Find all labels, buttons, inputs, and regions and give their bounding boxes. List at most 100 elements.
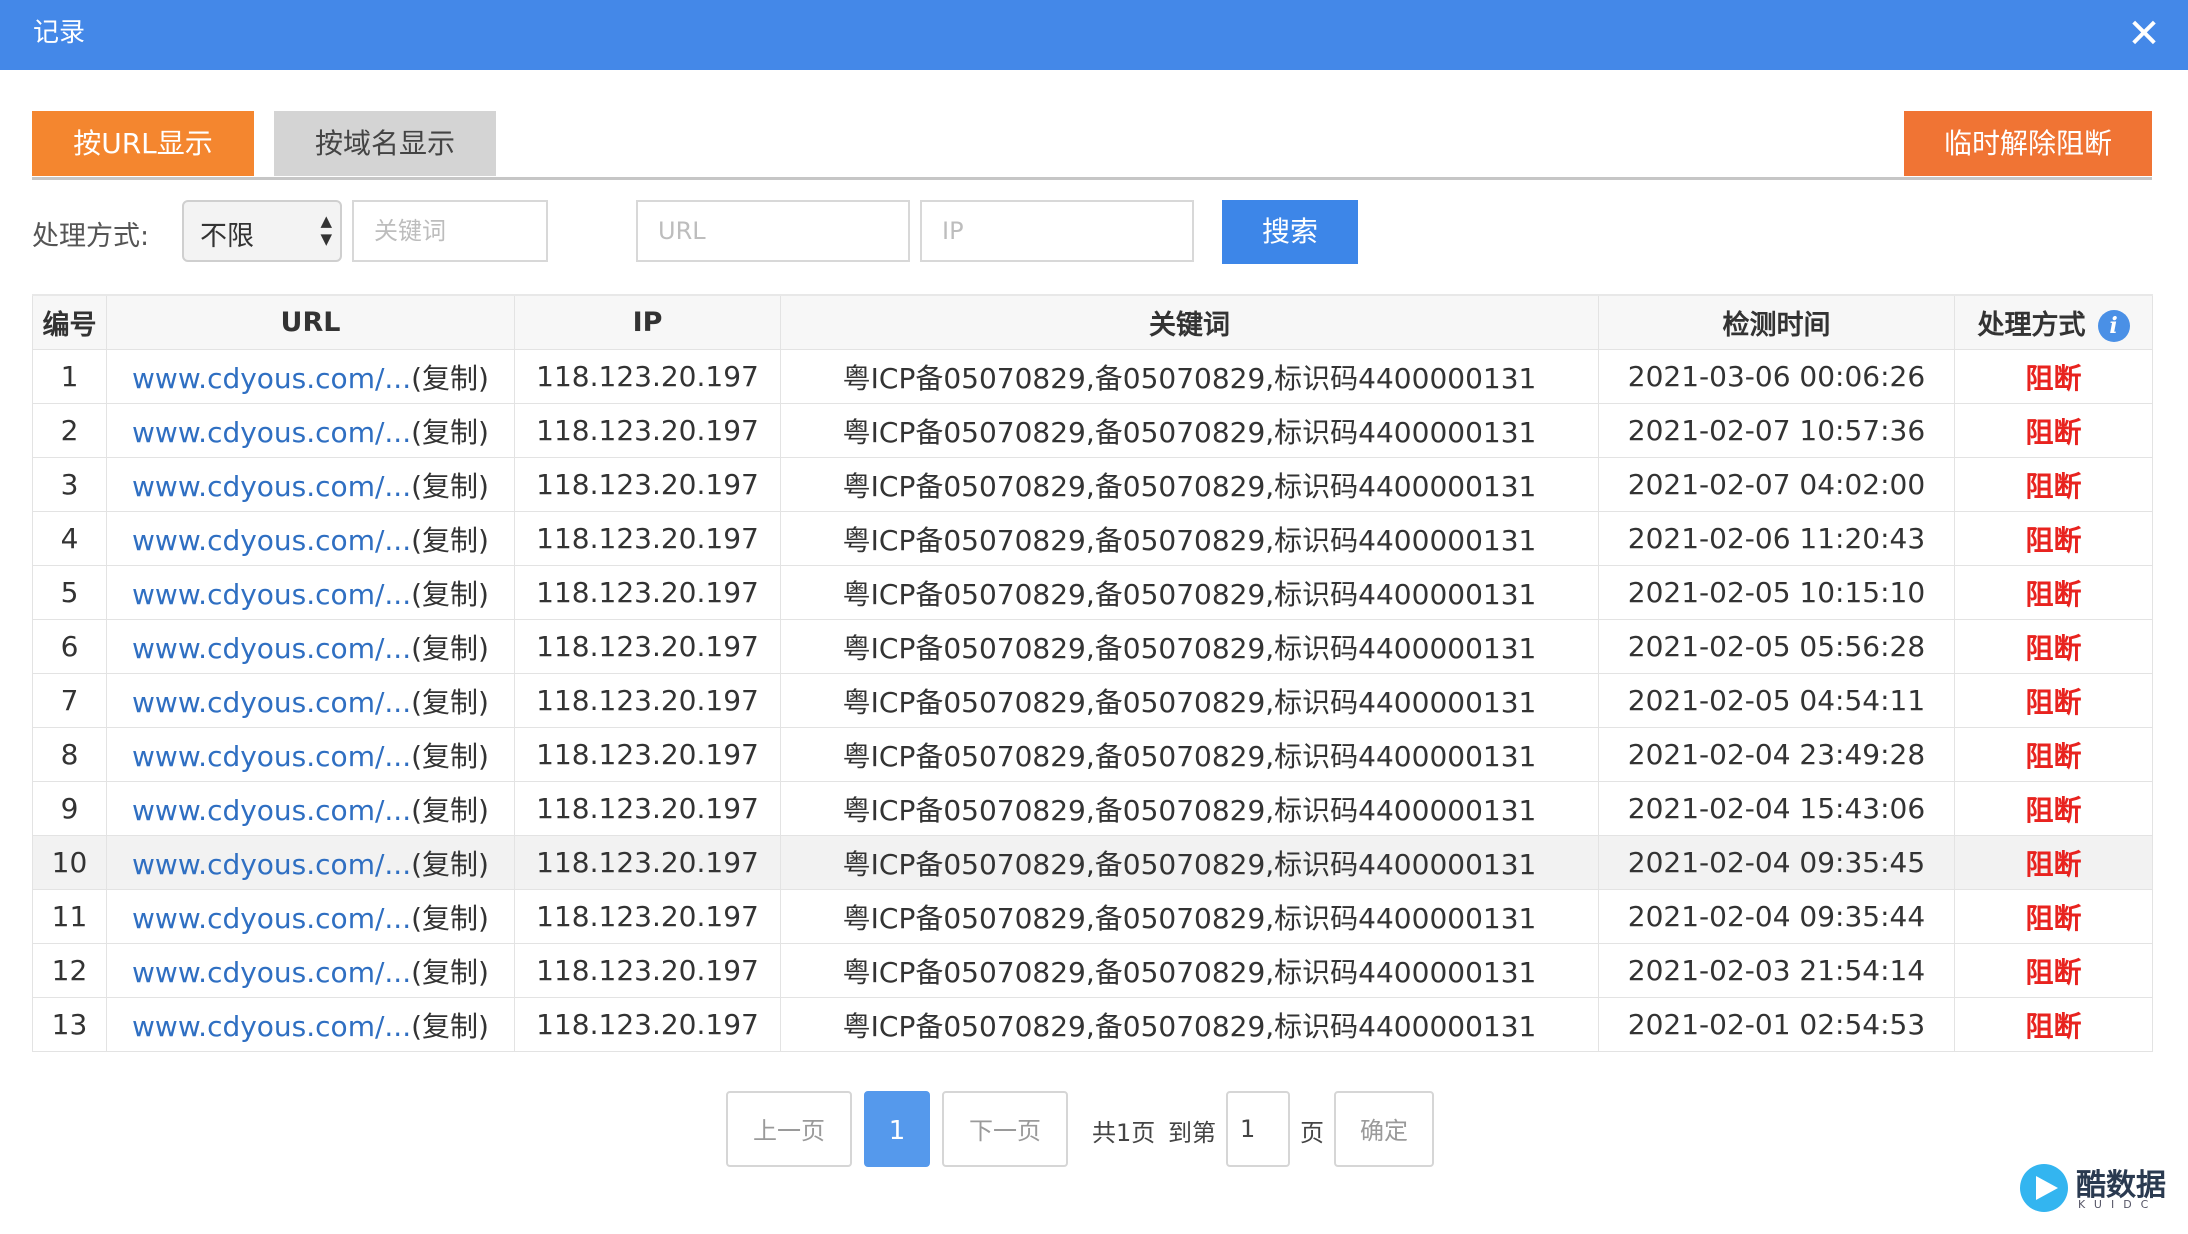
next-page-button[interactable]: 下一页 (942, 1091, 1068, 1167)
row-detect-time: 2021-02-05 10:15:10 (1598, 565, 1955, 620)
select-value: 不限 (200, 221, 254, 252)
tab-by-domain[interactable]: 按域名显示 (274, 111, 496, 176)
table-row: 1 www.cdyous.com/...(复制) 118.123.20.197 粤IC… (32, 349, 2153, 404)
row-action-cell: 阻断 (1954, 565, 2153, 620)
row-action-cell: 阻断 (1954, 835, 2153, 890)
watermark-sub: KUIDC (2078, 1198, 2158, 1211)
row-keyword: 粤ICP备05070829,备05070829,标识码4400000131 (780, 673, 1599, 728)
row-keyword: 粤ICP备05070829,备05070829,标识码4400000131 (780, 403, 1599, 458)
row-url-link[interactable]: www.cdyous.com/... (132, 632, 411, 665)
row-url-cell: www.cdyous.com/...(复制) (106, 619, 515, 674)
row-keyword: 粤ICP备05070829,备05070829,标识码4400000131 (780, 511, 1599, 566)
temporary-unblock-button[interactable]: 临时解除阻断 (1904, 111, 2152, 176)
row-url-link[interactable]: www.cdyous.com/... (132, 1010, 411, 1043)
row-block-action[interactable]: 阻断 (2025, 632, 2081, 665)
row-block-action[interactable]: 阻断 (2025, 416, 2081, 449)
row-copy-link[interactable]: (复制) (411, 740, 489, 773)
handling-method-select[interactable]: 不限 ▲ ▼ (182, 200, 342, 262)
row-keyword: 粤ICP备05070829,备05070829,标识码4400000131 (780, 889, 1599, 944)
row-block-action[interactable]: 阻断 (2025, 686, 2081, 719)
row-url-link[interactable]: www.cdyous.com/... (132, 578, 411, 611)
table-header-row: 编号 URL IP 关键词 检测时间 处理方式 i (32, 294, 2153, 350)
row-ip: 118.123.20.197 (514, 511, 781, 566)
info-icon[interactable]: i (2097, 310, 2130, 343)
row-block-action[interactable]: 阻断 (2025, 794, 2081, 827)
keyword-input[interactable] (352, 200, 548, 262)
dialog-title: 记录 (33, 18, 86, 48)
row-copy-link[interactable]: (复制) (411, 524, 489, 557)
row-block-action[interactable]: 阻断 (2025, 578, 2081, 611)
row-block-action[interactable]: 阻断 (2025, 524, 2081, 557)
row-url-link[interactable]: www.cdyous.com/... (132, 470, 411, 503)
tab-by-url[interactable]: 按URL显示 (32, 111, 254, 176)
row-ip: 118.123.20.197 (514, 943, 781, 998)
row-copy-link[interactable]: (复制) (411, 578, 489, 611)
row-block-action[interactable]: 阻断 (2025, 1010, 2081, 1043)
row-copy-link[interactable]: (复制) (411, 1010, 489, 1043)
url-input[interactable] (636, 200, 910, 262)
watermark-logo: 酷数据 KUIDC (2020, 1160, 2170, 1216)
row-keyword: 粤ICP备05070829,备05070829,标识码4400000131 (780, 457, 1599, 512)
prev-page-button[interactable]: 上一页 (726, 1091, 852, 1167)
row-keyword: 粤ICP备05070829,备05070829,标识码4400000131 (780, 619, 1599, 674)
row-copy-link[interactable]: (复制) (411, 848, 489, 881)
table-row: 9 www.cdyous.com/...(复制) 118.123.20.197 粤IC… (32, 781, 2153, 836)
row-block-action[interactable]: 阻断 (2025, 848, 2081, 881)
column-header-keyword: 关键词 (780, 294, 1599, 350)
row-url-cell: www.cdyous.com/...(复制) (106, 997, 515, 1052)
row-detect-time: 2021-02-07 04:02:00 (1598, 457, 1955, 512)
row-url-link[interactable]: www.cdyous.com/... (132, 740, 411, 773)
row-keyword: 粤ICP备05070829,备05070829,标识码4400000131 (780, 565, 1599, 620)
goto-page-input[interactable] (1226, 1091, 1290, 1167)
row-copy-link[interactable]: (复制) (411, 902, 489, 935)
row-action-cell: 阻断 (1954, 781, 2153, 836)
page-suffix-label: 页 (1300, 1119, 1324, 1147)
row-url-link[interactable]: www.cdyous.com/... (132, 902, 411, 935)
row-copy-link[interactable]: (复制) (411, 686, 489, 719)
search-button[interactable]: 搜索 (1222, 200, 1358, 264)
row-copy-link[interactable]: (复制) (411, 470, 489, 503)
row-ip: 118.123.20.197 (514, 403, 781, 458)
row-url-link[interactable]: www.cdyous.com/... (132, 686, 411, 719)
row-copy-link[interactable]: (复制) (411, 794, 489, 827)
row-url-cell: www.cdyous.com/...(复制) (106, 943, 515, 998)
row-url-cell: www.cdyous.com/...(复制) (106, 889, 515, 944)
row-id: 9 (32, 781, 107, 836)
row-ip: 118.123.20.197 (514, 565, 781, 620)
row-action-cell: 阻断 (1954, 997, 2153, 1052)
row-detect-time: 2021-02-03 21:54:14 (1598, 943, 1955, 998)
row-keyword: 粤ICP备05070829,备05070829,标识码4400000131 (780, 349, 1599, 404)
row-block-action[interactable]: 阻断 (2025, 902, 2081, 935)
row-copy-link[interactable]: (复制) (411, 416, 489, 449)
row-id: 3 (32, 457, 107, 512)
goto-confirm-button[interactable]: 确定 (1334, 1091, 1434, 1167)
row-url-link[interactable]: www.cdyous.com/... (132, 416, 411, 449)
row-copy-link[interactable]: (复制) (411, 362, 489, 395)
row-url-link[interactable]: www.cdyous.com/... (132, 524, 411, 557)
row-detect-time: 2021-02-05 04:54:11 (1598, 673, 1955, 728)
row-block-action[interactable]: 阻断 (2025, 956, 2081, 989)
row-url-link[interactable]: www.cdyous.com/... (132, 362, 411, 395)
ip-input[interactable] (920, 200, 1194, 262)
row-action-cell: 阻断 (1954, 511, 2153, 566)
row-url-link[interactable]: www.cdyous.com/... (132, 794, 411, 827)
row-copy-link[interactable]: (复制) (411, 632, 489, 665)
row-keyword: 粤ICP备05070829,备05070829,标识码4400000131 (780, 781, 1599, 836)
close-icon[interactable]: ✕ (2122, 12, 2166, 56)
row-detect-time: 2021-02-04 23:49:28 (1598, 727, 1955, 782)
row-action-cell: 阻断 (1954, 403, 2153, 458)
row-copy-link[interactable]: (复制) (411, 956, 489, 989)
row-block-action[interactable]: 阻断 (2025, 362, 2081, 395)
current-page-button[interactable]: 1 (864, 1091, 930, 1167)
row-url-cell: www.cdyous.com/...(复制) (106, 403, 515, 458)
row-keyword: 粤ICP备05070829,备05070829,标识码4400000131 (780, 997, 1599, 1052)
row-block-action[interactable]: 阻断 (2025, 740, 2081, 773)
row-detect-time: 2021-03-06 00:06:26 (1598, 349, 1955, 404)
row-url-link[interactable]: www.cdyous.com/... (132, 848, 411, 881)
row-url-cell: www.cdyous.com/...(复制) (106, 673, 515, 728)
column-header-ip: IP (514, 294, 781, 350)
row-block-action[interactable]: 阻断 (2025, 470, 2081, 503)
row-url-link[interactable]: www.cdyous.com/... (132, 956, 411, 989)
row-action-cell: 阻断 (1954, 619, 2153, 674)
row-url-cell: www.cdyous.com/...(复制) (106, 349, 515, 404)
